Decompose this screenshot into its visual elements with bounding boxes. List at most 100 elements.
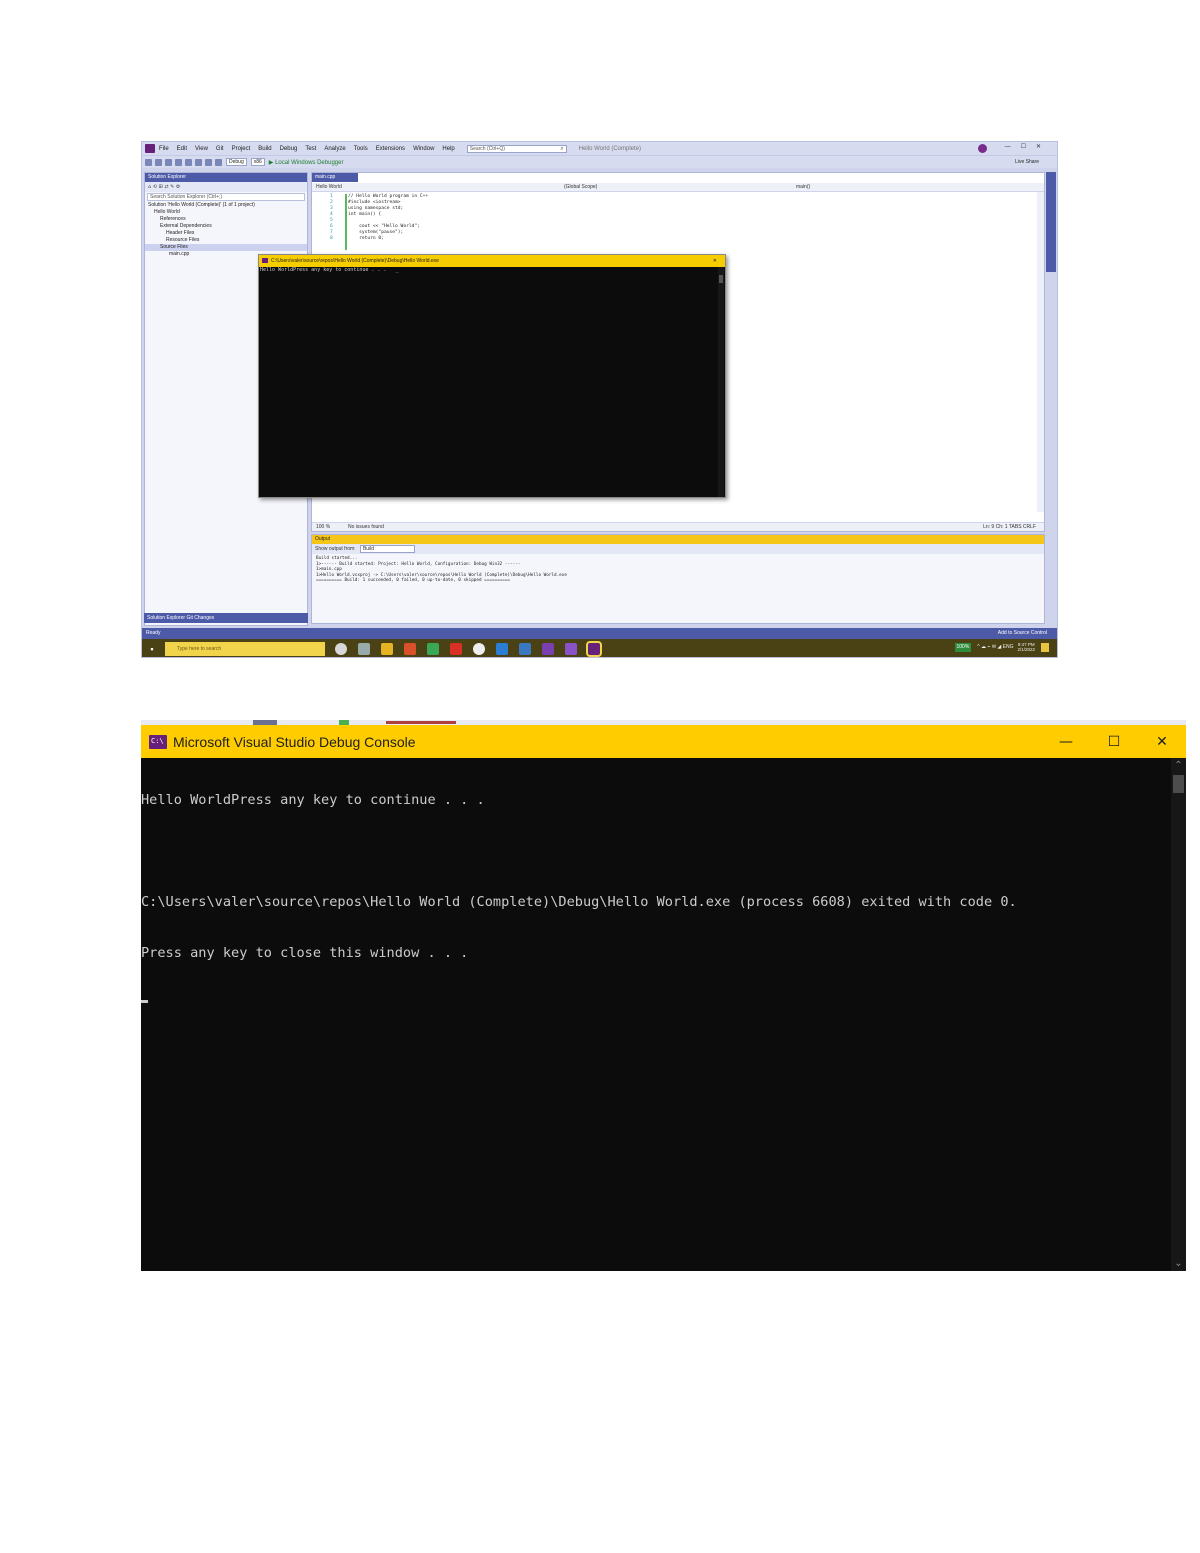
debug-console-scrollbar[interactable]: ⌃ ⌄ xyxy=(1171,758,1186,1271)
new-project-icon[interactable] xyxy=(165,158,172,166)
word-icon[interactable] xyxy=(496,643,508,655)
solution-explorer-bottom-tabs[interactable]: Solution Explorer Git Changes xyxy=(144,613,308,623)
menu-tools[interactable]: Tools xyxy=(354,146,368,152)
scroll-thumb[interactable] xyxy=(1173,775,1184,793)
configuration-select[interactable]: Debug xyxy=(226,158,247,166)
teams-icon[interactable] xyxy=(542,643,554,655)
forward-icon[interactable] xyxy=(155,158,162,166)
battery-indicator[interactable]: 100% xyxy=(954,642,972,652)
menu-file[interactable]: File xyxy=(159,146,169,152)
ide-window-controls[interactable]: —☐✕ xyxy=(1005,143,1051,150)
visual-studio-logo-icon xyxy=(145,144,155,153)
mini-console-close-icon[interactable]: ✕ xyxy=(713,255,717,267)
menu-help[interactable]: Help xyxy=(442,146,454,152)
console-app-icon xyxy=(262,258,268,263)
run-debugger-button[interactable]: ▶ Local Windows Debugger xyxy=(269,159,344,166)
debug-console-taskbar-icon[interactable] xyxy=(586,641,602,657)
tree-item-references[interactable]: References xyxy=(145,216,307,223)
clock-date: 2/1/2022 xyxy=(1017,647,1035,652)
tray-icons[interactable]: ^ ☁ ⌁ ✉ ◢ ENG xyxy=(977,644,1013,650)
cortana-icon[interactable] xyxy=(335,643,347,655)
mini-console-cursor: _ xyxy=(386,267,399,273)
taskbar-clock[interactable]: 9:47 PM 2/1/2022 xyxy=(1017,642,1035,652)
menu-project[interactable]: Project xyxy=(232,146,251,152)
menu-extensions[interactable]: Extensions xyxy=(376,146,405,152)
tree-item-resource-files[interactable]: Resource Files xyxy=(145,237,307,244)
output-pane: Output Show output from: Build Build sta… xyxy=(311,534,1045,624)
mini-console-scroll-thumb[interactable] xyxy=(719,275,723,283)
tree-item-source-files[interactable]: Source Files xyxy=(145,244,307,251)
notification-icon[interactable] xyxy=(1041,642,1049,652)
editor-navigation-bar: Hello World (Global Scope) main() xyxy=(312,183,1044,192)
undo-icon[interactable] xyxy=(205,158,212,166)
zoom-level[interactable]: 100 % xyxy=(316,523,330,532)
system-tray: 100% ^ ☁ ⌁ ✉ ◢ ENG 9:47 PM 2/1/2022 xyxy=(954,642,1049,652)
mini-console-titlebar[interactable]: C:\Users\valer\source\repos\Hello World … xyxy=(259,255,725,267)
mini-debug-console-window[interactable]: C:\Users\valer\source\repos\Hello World … xyxy=(258,254,726,498)
solution-search-input[interactable]: Search Solution Explorer (Ctrl+;) xyxy=(147,193,305,201)
app-red-icon[interactable] xyxy=(450,643,462,655)
debug-console-titlebar[interactable]: Microsoft Visual Studio Debug Console — … xyxy=(141,725,1186,758)
taskbar-search-input[interactable]: Type here to search xyxy=(165,642,325,656)
search-icon: ⌕ xyxy=(560,145,564,152)
ide-toolbar: Debug x86 ▶ Local Windows Debugger Live … xyxy=(142,155,1057,168)
nav-project-dropdown[interactable]: Hello World xyxy=(316,183,342,192)
output-toolbar: Show output from: Build xyxy=(312,544,1044,554)
taskbar-app-icons xyxy=(335,641,611,657)
issues-indicator[interactable]: No issues found xyxy=(348,523,384,532)
tree-item-header-files[interactable]: Header Files xyxy=(145,230,307,237)
task-view-icon[interactable] xyxy=(358,643,370,655)
output-source-label: Show output from: xyxy=(315,546,356,552)
cursor-position: Ln: 9 Ch: 1 TABS CRLF xyxy=(983,524,1036,530)
menu-view[interactable]: View xyxy=(195,146,208,152)
menu-window[interactable]: Window xyxy=(413,146,434,152)
chrome-icon[interactable] xyxy=(427,643,439,655)
nav-scope-dropdown[interactable]: (Global Scope) xyxy=(564,183,597,192)
tree-item-external-dependencies[interactable]: External Dependencies xyxy=(145,223,307,230)
console-cursor xyxy=(141,1000,148,1003)
output-title: Output xyxy=(312,535,1044,544)
tree-item-project[interactable]: Hello World xyxy=(145,209,307,216)
back-icon[interactable] xyxy=(145,158,152,166)
chrome-alt-icon[interactable] xyxy=(473,643,485,655)
save-icon[interactable] xyxy=(185,158,192,166)
menu-git[interactable]: Git xyxy=(216,146,224,152)
right-tool-rail[interactable] xyxy=(1046,172,1056,272)
console-line-1: Hello WorldPress any key to continue . .… xyxy=(141,792,485,808)
live-share-button[interactable]: Live Share xyxy=(1015,159,1039,165)
nav-member-dropdown[interactable]: main() xyxy=(796,183,810,192)
console-line-4: Press any key to close this window . . . xyxy=(141,945,469,961)
visual-studio-taskbar-icon[interactable] xyxy=(565,643,577,655)
scroll-up-icon[interactable]: ⌃ xyxy=(1171,758,1186,773)
menu-analyze[interactable]: Analyze xyxy=(324,146,345,152)
office-icon[interactable] xyxy=(404,643,416,655)
solution-name-label: Hello World (Complete) xyxy=(578,145,641,152)
debug-console-output[interactable]: Hello WorldPress any key to continue . .… xyxy=(141,758,1171,1271)
save-all-icon[interactable] xyxy=(195,158,202,166)
open-icon[interactable] xyxy=(175,158,182,166)
menu-build[interactable]: Build xyxy=(258,146,271,152)
user-avatar[interactable] xyxy=(978,144,987,153)
ide-search-input[interactable]: Search (Ctrl+Q) ⌕ xyxy=(466,144,567,153)
mini-console-scrollbar[interactable] xyxy=(718,267,724,497)
windows-start-icon[interactable]: ▪ xyxy=(142,639,162,657)
minimize-button[interactable]: — xyxy=(1042,725,1090,758)
file-explorer-icon[interactable] xyxy=(381,643,393,655)
maximize-button[interactable]: ☐ xyxy=(1090,725,1138,758)
redo-icon[interactable] xyxy=(215,158,222,166)
photos-icon[interactable] xyxy=(519,643,531,655)
code-line[interactable]: 8 return 0; xyxy=(312,236,1044,242)
solution-explorer-toolbar[interactable]: ⌂ ⟲ ⊞ ⇄ ✎ ⚙ xyxy=(145,182,307,192)
scroll-down-icon[interactable]: ⌄ xyxy=(1171,1256,1186,1271)
menu-debug[interactable]: Debug xyxy=(280,146,298,152)
editor-tab-main-cpp[interactable]: main.cpp xyxy=(312,173,358,182)
platform-select[interactable]: x86 xyxy=(250,158,265,166)
tree-item-solution[interactable]: Solution 'Hello World (Complete)' (1 of … xyxy=(145,202,307,209)
add-to-source-control-button[interactable]: Add to Source Control xyxy=(998,628,1047,639)
code-text: #include <iostream> xyxy=(348,200,401,205)
editor-scrollbar[interactable] xyxy=(1037,192,1044,512)
menu-test[interactable]: Test xyxy=(305,146,316,152)
menu-edit[interactable]: Edit xyxy=(177,146,187,152)
output-source-select[interactable]: Build xyxy=(359,545,416,553)
close-button[interactable]: ✕ xyxy=(1138,725,1186,758)
